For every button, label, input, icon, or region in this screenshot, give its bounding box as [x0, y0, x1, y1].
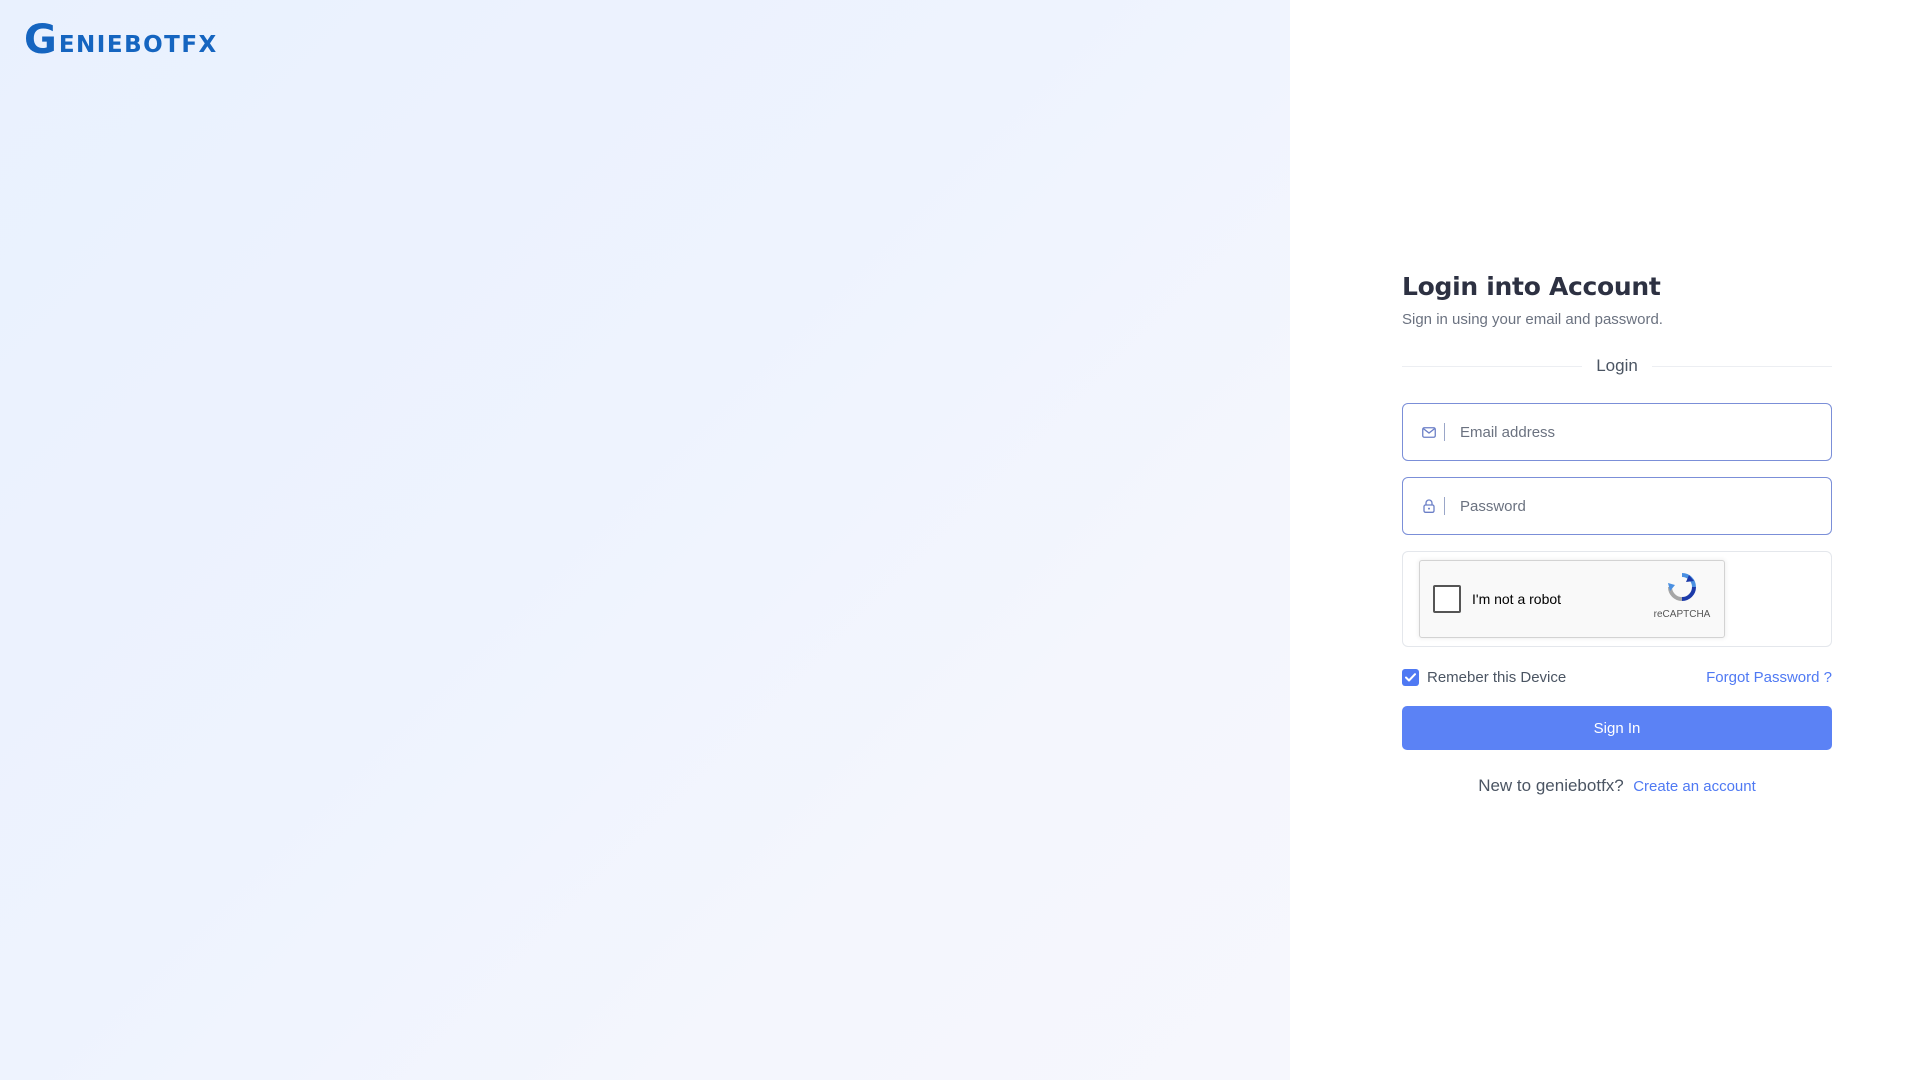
create-account-link[interactable]: Create an account	[1633, 778, 1756, 795]
email-field[interactable]	[1402, 403, 1832, 461]
captcha-checkbox[interactable]	[1433, 585, 1461, 613]
signup-prompt: New to geniebotfx?	[1478, 776, 1624, 795]
login-panel: Login into Account Sign in using your em…	[1290, 0, 1920, 1080]
remember-device-toggle[interactable]: Remeber this Device	[1402, 669, 1566, 686]
password-input[interactable]	[1458, 478, 1831, 534]
recaptcha-widget: I'm not a robot reCAPTCHA	[1419, 560, 1725, 638]
forgot-password-link[interactable]: Forgot Password ?	[1706, 669, 1832, 686]
input-separator	[1444, 423, 1445, 441]
password-field[interactable]	[1402, 477, 1832, 535]
section-divider: Login	[1402, 356, 1832, 376]
mail-icon	[1421, 424, 1437, 440]
login-page: G ENIEBOTFX Login into Account Sign in u…	[0, 0, 1920, 1080]
page-subtitle: Sign in using your email and password.	[1402, 311, 1663, 328]
options-row: Remeber this Device Forgot Password ?	[1402, 669, 1832, 686]
remember-device-label: Remeber this Device	[1427, 669, 1567, 686]
captcha-container: I'm not a robot reCAPTCHA	[1402, 551, 1832, 647]
sign-in-button[interactable]: Sign In	[1402, 706, 1832, 750]
captcha-label: I'm not a robot	[1472, 591, 1562, 607]
recaptcha-brand: reCAPTCHA	[1653, 609, 1711, 620]
input-separator	[1444, 497, 1445, 515]
email-input[interactable]	[1458, 404, 1831, 460]
brand-logo[interactable]: G ENIEBOTFX	[24, 20, 218, 60]
login-form: Login into Account Sign in using your em…	[1402, 272, 1832, 796]
recaptcha-logo[interactable]: reCAPTCHA	[1652, 571, 1712, 620]
page-title: Login into Account	[1402, 272, 1661, 301]
hero-panel: G ENIEBOTFX	[0, 0, 1290, 1080]
logo-initial: G	[24, 17, 58, 63]
divider-label: Login	[1596, 356, 1638, 375]
lock-icon	[1421, 498, 1437, 514]
recaptcha-icon	[1668, 573, 1696, 601]
checkmark-icon[interactable]	[1402, 669, 1419, 686]
signup-row: New to geniebotfx? Create an account	[1402, 776, 1832, 796]
logo-wordmark: ENIEBOTFX	[58, 32, 218, 58]
